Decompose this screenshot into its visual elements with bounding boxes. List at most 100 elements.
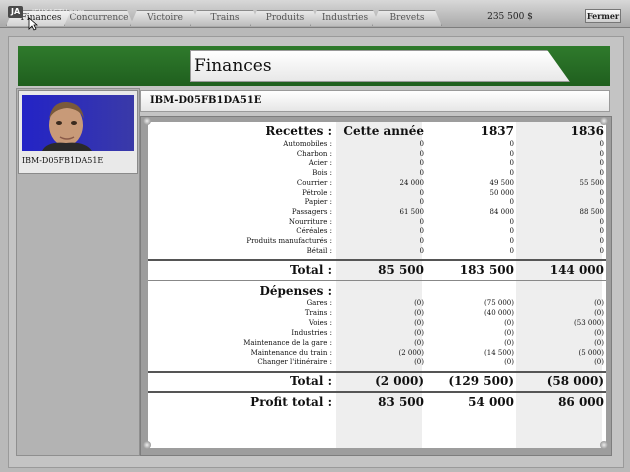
- table-cell: 0: [599, 198, 604, 207]
- table-cell: (75 000): [484, 299, 514, 307]
- table-row-label: Maintenance de la gare :: [243, 338, 332, 347]
- tab-victoire[interactable]: Victoire: [130, 10, 200, 26]
- profit-total-prev1: 54 000: [468, 395, 514, 409]
- revenue-total-prev2: 144 000: [549, 263, 604, 277]
- table-cell: (0): [504, 338, 514, 347]
- table-row-label: Gares :: [306, 299, 332, 307]
- table-row-label: Maintenance du train :: [250, 348, 332, 357]
- table-row-label: Trains :: [304, 308, 332, 317]
- tab-produits[interactable]: Produits: [250, 10, 320, 26]
- table-cell: 49 500: [489, 178, 515, 187]
- divider: [148, 391, 606, 393]
- table-cell: (0): [414, 308, 424, 317]
- table-row-label: Automobiles :: [283, 140, 332, 148]
- table-row-label: Bois :: [312, 169, 332, 178]
- table-cell: 0: [509, 159, 514, 168]
- table-cell: 0: [419, 169, 424, 178]
- table-cell: 0: [419, 159, 424, 168]
- close-button[interactable]: Fermer: [585, 9, 621, 23]
- table-cell: 0: [419, 217, 424, 226]
- company-card-name: IBM-D05FB1DA51E: [22, 156, 104, 165]
- table-cell: (0): [594, 308, 604, 317]
- table-row-label: Voies :: [308, 318, 332, 327]
- expenses-total-current: (2 000): [375, 374, 424, 388]
- table-row-label: Pétrole :: [302, 188, 332, 197]
- table-cell: (0): [414, 358, 424, 367]
- table-cell: (53 000): [574, 318, 604, 327]
- table-cell: (2 000): [398, 348, 424, 357]
- table-cell: 0: [599, 237, 604, 245]
- table-row-label: Céréales :: [296, 227, 332, 236]
- table-cell: 0: [599, 246, 604, 255]
- mouse-cursor-icon: [28, 17, 38, 31]
- table-row-label: Nourriture :: [288, 217, 332, 226]
- tab-trains[interactable]: Trains: [190, 10, 260, 26]
- revenue-heading: Recettes :: [265, 124, 332, 138]
- portrait-face-icon: [42, 101, 92, 151]
- table-cell: (0): [594, 358, 604, 367]
- page-title: Finances: [194, 56, 272, 76]
- table-cell: 0: [599, 169, 604, 178]
- table-cell: 0: [599, 227, 604, 236]
- column-header-prev1: 1837: [480, 124, 514, 138]
- company-name: IBM-D05FB1DA51E: [150, 95, 262, 106]
- table-cell: 0: [509, 169, 514, 178]
- expenses-total-prev1: (129 500): [448, 374, 514, 388]
- table-row-label: Papier :: [304, 198, 332, 207]
- table-cell: 0: [419, 198, 424, 207]
- bolt-icon: [143, 117, 151, 125]
- column-header-prev2: 1836: [570, 124, 604, 138]
- site-logo: JA: [8, 6, 24, 18]
- bolt-icon: [143, 441, 151, 449]
- site-logo-text: JEUXACTU.com: [32, 8, 85, 16]
- table-row-label: Bétail :: [306, 246, 332, 255]
- table-row-label: Passagers :: [291, 207, 332, 216]
- tab-industries[interactable]: Industries: [310, 10, 380, 26]
- expenses-total-prev2: (58 000): [546, 374, 604, 388]
- table-cell: (40 000): [484, 308, 514, 317]
- table-cell: 0: [419, 227, 424, 236]
- table-row-label: Acier :: [308, 159, 332, 168]
- table-cell: 88 500: [579, 207, 605, 216]
- table-cell: (0): [414, 318, 424, 327]
- expenses-heading: Dépenses :: [259, 284, 332, 298]
- profit-total-current: 83 500: [378, 395, 424, 409]
- table-cell: 0: [509, 149, 514, 158]
- table-cell: 0: [599, 159, 604, 168]
- table-cell: (14 500): [484, 348, 514, 357]
- profit-total-label: Profit total :: [250, 395, 332, 409]
- expenses-total-label: Total :: [289, 374, 332, 388]
- table-cell: (0): [594, 328, 604, 337]
- table-cell: 0: [419, 237, 424, 245]
- table-cell: 61 500: [399, 207, 425, 216]
- table-cell: 0: [599, 149, 604, 158]
- profit-total-prev2: 86 000: [558, 395, 604, 409]
- table-row-label: Charbon :: [296, 149, 332, 158]
- table-cell: 0: [419, 149, 424, 158]
- tab-brevets[interactable]: Brevets: [372, 10, 442, 26]
- table-cell: 0: [509, 217, 514, 226]
- table-cell: (0): [414, 338, 424, 347]
- table-row-label: Produits manufacturés :: [246, 237, 332, 245]
- table-cell: 0: [509, 237, 514, 245]
- table-row-label: Courrier :: [296, 178, 332, 187]
- table-cell: 0: [599, 188, 604, 197]
- divider: [148, 371, 606, 373]
- table-row-label: Changer l'itinéraire :: [257, 358, 332, 367]
- bolt-icon: [600, 441, 608, 449]
- table-cell: 24 000: [399, 178, 425, 187]
- table-cell: 0: [419, 246, 424, 255]
- table-cell: 55 500: [579, 178, 605, 187]
- table-cell: (0): [504, 328, 514, 337]
- divider: [148, 280, 606, 281]
- table-cell: 0: [419, 140, 424, 148]
- table-cell: (5 000): [578, 348, 604, 357]
- table-cell: (0): [414, 328, 424, 337]
- table-cell: (0): [594, 338, 604, 347]
- revenue-total-label: Total :: [289, 263, 332, 277]
- revenue-total-current: 85 500: [378, 263, 424, 277]
- president-portrait: [22, 95, 134, 151]
- table-row-label: Industries :: [291, 328, 332, 337]
- table-cell: (0): [414, 299, 424, 307]
- table-cell: 0: [419, 188, 424, 197]
